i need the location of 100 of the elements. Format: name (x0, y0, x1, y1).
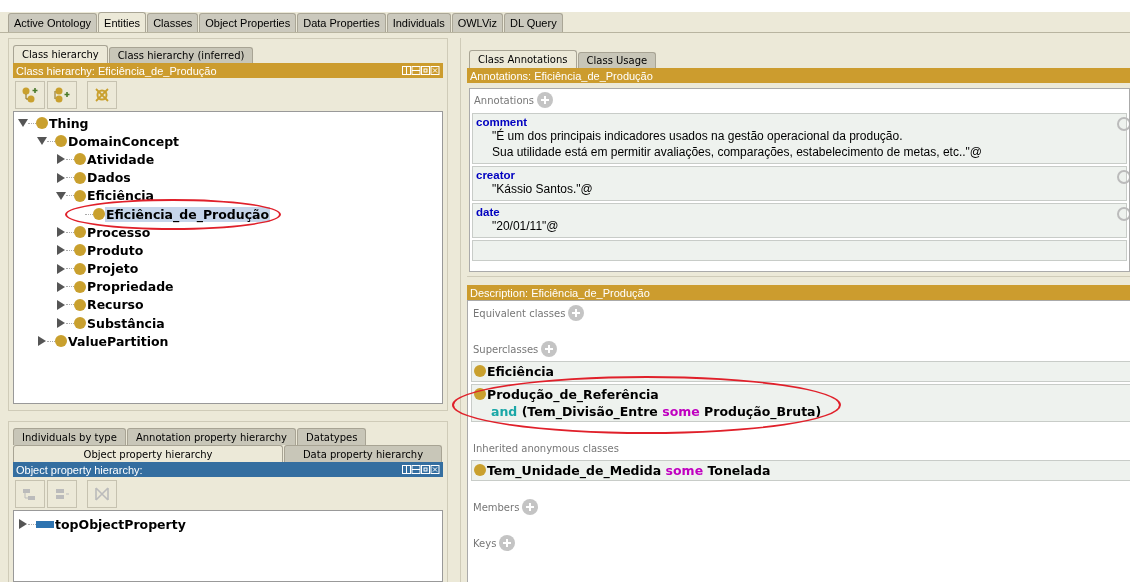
annotation-value: "20/01/11"@ (491, 218, 560, 234)
annotation-value: "Kássio Santos."@ (491, 181, 594, 197)
section-label: Equivalent classes (473, 307, 566, 319)
view-tab[interactable]: Datatypes (297, 428, 367, 445)
add-icon[interactable] (537, 92, 554, 108)
collapse-icon[interactable] (18, 118, 28, 129)
class-dot-icon (74, 226, 86, 239)
expand-icon[interactable] (18, 519, 28, 530)
expand-icon[interactable] (56, 318, 66, 329)
class-dot-icon (93, 208, 105, 221)
tree-item[interactable]: Recurso (86, 297, 145, 313)
panel-title: Object property hierarchy: (16, 463, 143, 476)
section-label: Annotations (474, 94, 535, 106)
tree-item[interactable]: topObjectProperty (54, 516, 187, 532)
view-tab[interactable]: Individuals by type (13, 428, 126, 445)
collapse-icon[interactable] (56, 190, 66, 201)
annotation-value: Sua utilidade está em permitir avaliações, comparações, estabelecimento de metas, etc.."@ (491, 144, 983, 160)
view-tab[interactable]: Data property hierarchy (284, 445, 442, 462)
view-tab[interactable]: Class Usage (577, 52, 657, 68)
main-tab[interactable]: Data Properties (297, 13, 386, 32)
tree-item[interactable]: Eficiência_de_Produção (105, 206, 271, 222)
delete-property-button[interactable] (87, 480, 117, 508)
class-dot-icon (74, 317, 86, 330)
panel-title: Annotations: Eficiência_de_Produção (470, 69, 653, 82)
class-dot-icon (55, 135, 67, 148)
main-tab[interactable]: Individuals (386, 13, 451, 32)
add-icon[interactable] (499, 535, 516, 551)
class-dot-icon (74, 244, 86, 257)
tree-item[interactable]: Thing (48, 115, 90, 131)
tree-item[interactable]: Processo (86, 224, 152, 240)
class-expression[interactable]: Tem_Unidade_de_Medida some Tonelada (487, 462, 771, 479)
delete-icon (93, 485, 111, 503)
view-tab[interactable]: Class hierarchy (13, 45, 108, 63)
section-label: Members (473, 501, 520, 513)
main-tab[interactable]: DL Query (504, 13, 563, 32)
tree-item[interactable]: Substância (86, 315, 166, 331)
view-tab[interactable]: Object property hierarchy (13, 445, 283, 462)
annotation-property[interactable]: creator (476, 169, 515, 181)
class-dot-icon (74, 171, 86, 184)
expand-icon[interactable] (56, 227, 66, 238)
tree-item[interactable]: Produto (86, 242, 145, 258)
expand-icon[interactable] (56, 263, 66, 274)
window-controls-icon[interactable] (402, 66, 440, 75)
annotation-property[interactable]: date (476, 206, 500, 218)
class-dot-icon (474, 365, 486, 377)
expand-icon[interactable] (56, 299, 66, 310)
annotation-value: "É um dos principais indicadores usados na gestão operacional da produção. (491, 128, 904, 144)
class-dot-icon (74, 280, 86, 293)
add-icon[interactable] (568, 305, 585, 321)
panel-title: Description: Eficiência_de_Produção (470, 286, 650, 299)
annotation-property[interactable]: comment (476, 116, 528, 128)
tree-item[interactable]: Eficiência (86, 188, 155, 204)
view-tab[interactable]: Class hierarchy (inferred) (108, 47, 254, 63)
tree-item[interactable]: Projeto (86, 261, 140, 277)
class-expression[interactable]: Eficiência (487, 363, 554, 380)
main-tab[interactable]: Active Ontology (8, 13, 98, 32)
expand-icon[interactable] (56, 172, 66, 183)
main-tab[interactable]: OWLViz (451, 13, 503, 32)
section-label: Keys (473, 537, 497, 549)
tree-item[interactable]: Dados (86, 170, 132, 186)
tree-item[interactable]: Propriedade (86, 279, 175, 295)
options-icon[interactable] (1117, 117, 1129, 131)
section-label: Inherited anonymous classes (473, 442, 619, 454)
delete-icon (93, 86, 111, 104)
class-dot-icon (474, 464, 486, 476)
class-dot-icon (474, 388, 486, 400)
class-dot-icon (74, 298, 86, 311)
add-sibling-property-button[interactable] (47, 480, 77, 508)
expand-icon[interactable] (56, 154, 66, 165)
expand-icon[interactable] (37, 336, 47, 347)
sibling-add-icon (53, 86, 71, 104)
delete-button[interactable] (87, 81, 117, 109)
add-subclass-button[interactable] (15, 81, 45, 109)
panel-title: Class hierarchy: Eficiência_de_Produção (16, 64, 217, 77)
class-dot-icon (74, 262, 86, 275)
options-icon[interactable] (1117, 170, 1129, 184)
class-dot-icon (74, 153, 86, 166)
expand-icon[interactable] (56, 281, 66, 292)
main-tab[interactable]: Object Properties (199, 13, 297, 32)
view-tab[interactable]: Class Annotations (469, 50, 577, 68)
add-sibling-button[interactable] (47, 81, 77, 109)
class-expression[interactable]: and (Tem_Divisão_Entre some Produção_Bruta) (491, 403, 822, 420)
main-tab[interactable]: Entities (98, 12, 147, 32)
add-icon[interactable] (522, 499, 539, 515)
tree-item[interactable]: DomainConcept (67, 133, 181, 149)
add-subproperty-button[interactable] (15, 480, 45, 508)
collapse-icon[interactable] (37, 136, 47, 147)
window-controls-icon[interactable] (402, 465, 440, 474)
tree-item[interactable]: Atividade (86, 151, 156, 167)
expand-icon[interactable] (56, 245, 66, 256)
class-dot-icon (55, 335, 67, 348)
view-tab[interactable]: Annotation property hierarchy (126, 428, 297, 445)
class-dot-icon (74, 189, 86, 202)
options-icon[interactable] (1117, 207, 1129, 221)
tree-item[interactable]: ValuePartition (67, 333, 170, 349)
class-expression[interactable]: Produção_de_Referência (487, 386, 659, 403)
main-tab[interactable]: Classes (147, 13, 199, 32)
class-dot-icon (36, 117, 48, 130)
add-icon[interactable] (541, 341, 558, 357)
section-label: Superclasses (473, 343, 539, 355)
